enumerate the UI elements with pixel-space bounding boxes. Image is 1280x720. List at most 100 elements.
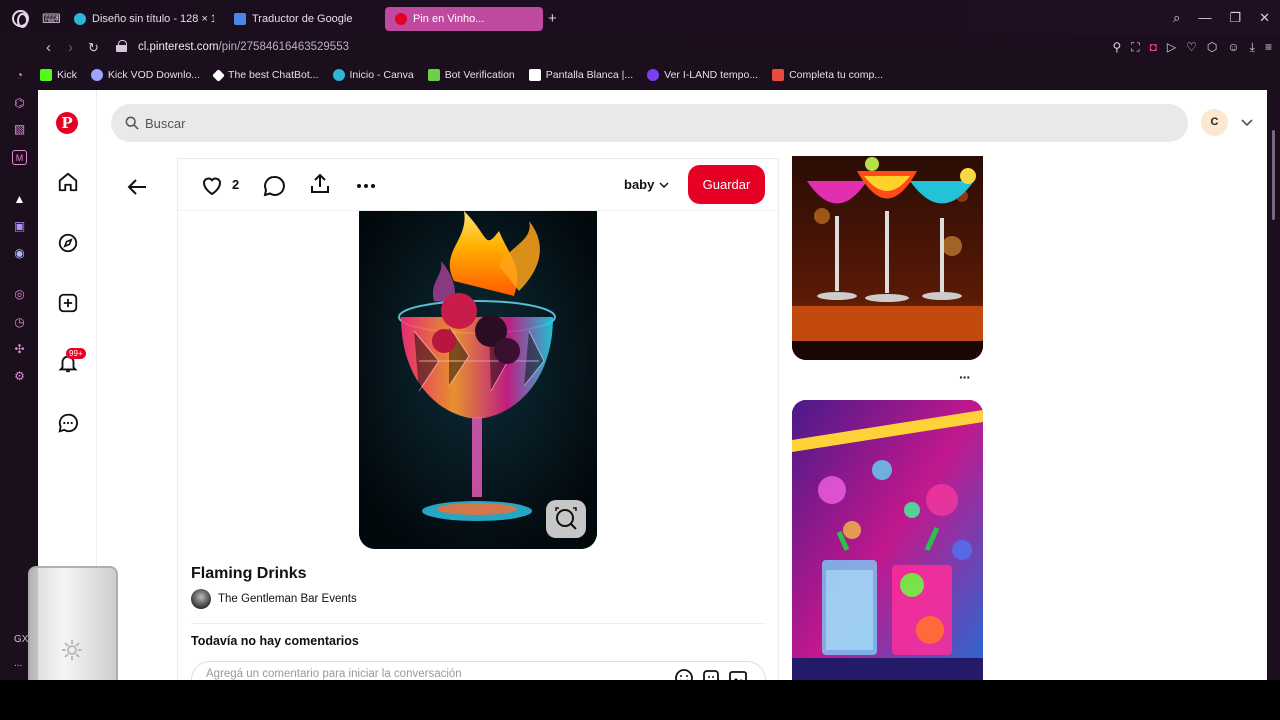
share-icon[interactable]: [308, 172, 332, 196]
gear-icon: [62, 640, 82, 660]
sidebar-more[interactable]: ...: [14, 658, 22, 669]
heart-app-icon: [772, 69, 785, 81]
related-pin-cocktails[interactable]: [792, 156, 983, 360]
settings-sidebar-icon[interactable]: ⚙: [12, 369, 27, 384]
forward-nav-icon[interactable]: ›: [68, 39, 73, 56]
window-controls: ⌕ — ❐ ✕: [1173, 10, 1270, 26]
music-icon[interactable]: ◎: [12, 287, 27, 302]
play-icon: [647, 69, 660, 81]
url-field[interactable]: cl.pinterest.com/pin/27584616463529553: [138, 41, 349, 53]
search-tabs-icon[interactable]: ⌕: [1173, 10, 1180, 26]
bookmark-pantalla-blanca[interactable]: Pantalla Blanca |...: [528, 69, 634, 81]
bookmark-kick[interactable]: Kick: [40, 69, 77, 81]
reload-icon[interactable]: ↻: [88, 40, 99, 56]
search-bar[interactable]: [111, 104, 1188, 142]
heart-icon[interactable]: [200, 174, 224, 198]
aria-icon[interactable]: ⌬: [12, 96, 27, 111]
kick-vod-icon: [90, 69, 103, 81]
download-icon[interactable]: ⤓: [1250, 40, 1255, 55]
history-icon[interactable]: ◷: [12, 315, 27, 330]
player-icon[interactable]: ▷: [1167, 40, 1176, 55]
creator-avatar[interactable]: [191, 589, 211, 609]
twitch-icon[interactable]: ▣: [12, 219, 27, 234]
letterbox-bar: [0, 680, 1280, 720]
bookmarks-bar: Kick Kick VOD Downlo... The best ChatBot…: [40, 64, 883, 86]
image-upload-icon[interactable]: [728, 668, 748, 680]
tab-bar: ⌨ Diseño sin título - 128 × 12 Traductor…: [0, 0, 1280, 36]
pocket-icon[interactable]: ◘: [1150, 40, 1157, 55]
bookmark-i-land[interactable]: Ver I-LAND tempo...: [647, 69, 758, 81]
pinterest-logo-icon[interactable]: P: [56, 112, 78, 134]
bookmark-label: Pantalla Blanca |...: [545, 69, 634, 81]
minimize-icon[interactable]: —: [1198, 10, 1211, 26]
discord-icon[interactable]: ◉: [12, 246, 27, 261]
notifications-badge: 99+: [66, 348, 86, 359]
chatbot-icon: [212, 68, 225, 82]
tab-title: Traductor de Google: [252, 13, 353, 25]
creator-name[interactable]: The Gentleman Bar Events: [218, 593, 357, 605]
address-bar: ‹ › ↻ cl.pinterest.com/pin/2758461646352…: [0, 36, 1280, 62]
save-button[interactable]: Guardar: [688, 165, 765, 204]
bookmark-label: Ver I-LAND tempo...: [664, 69, 759, 81]
page-scrollbar[interactable]: [1267, 90, 1280, 680]
extensions-sidebar-icon[interactable]: ✣: [12, 342, 27, 357]
related-pin-neon-bar[interactable]: [792, 400, 983, 680]
favorites-icon[interactable]: ♡: [1186, 40, 1197, 55]
speed-dial-icon[interactable]: ◔: [12, 68, 27, 83]
home-icon[interactable]: [57, 171, 79, 193]
maximize-icon[interactable]: ❐: [1229, 10, 1241, 26]
tracker-icon[interactable]: ▧: [12, 122, 27, 137]
extensions-icon[interactable]: ⬡: [1207, 40, 1217, 55]
snapshot-icon[interactable]: ⛶: [1131, 40, 1139, 55]
messenger-icon[interactable]: M: [12, 150, 27, 165]
messages-icon[interactable]: [57, 412, 79, 434]
back-nav-icon[interactable]: ‹: [46, 39, 51, 56]
bookmark-kick-vod[interactable]: Kick VOD Downlo...: [90, 69, 201, 81]
tab-pinterest[interactable]: Pin en Vinho...: [385, 7, 543, 31]
bookmark-label: Kick: [57, 69, 77, 81]
close-icon[interactable]: ✕: [1259, 10, 1270, 26]
related-pin-more-options[interactable]: ···: [959, 369, 971, 385]
emoji-icon[interactable]: [674, 668, 694, 680]
board-name: baby: [624, 177, 655, 192]
gx-control-icon[interactable]: ⌨: [42, 11, 61, 27]
url-path: /pin/27584616463529553: [218, 41, 349, 53]
pin-closeup: 2 baby Guardar Flaming Drinks The Gentle…: [177, 158, 779, 680]
bookmark-bot-verification[interactable]: Bot Verification: [427, 69, 515, 81]
lens-search-icon: [555, 507, 577, 530]
visual-search-button[interactable]: [546, 500, 586, 538]
explore-icon[interactable]: [57, 232, 79, 254]
bookmark-label: Kick VOD Downlo...: [107, 69, 201, 81]
bookmark-chatbot[interactable]: The best ChatBot...: [212, 68, 319, 82]
scrollbar-thumb[interactable]: [1272, 130, 1275, 220]
pin-title: Flaming Drinks: [191, 565, 307, 582]
comments-heading: Todavía no hay comentarios: [191, 634, 359, 648]
menu-icon[interactable]: ≡: [1265, 40, 1272, 55]
more-options-icon[interactable]: [354, 174, 378, 198]
tab-canva[interactable]: Diseño sin título - 128 × 12: [64, 7, 214, 31]
comment-input[interactable]: [206, 668, 606, 680]
comment-box[interactable]: [191, 661, 766, 680]
board-selector[interactable]: baby: [624, 177, 670, 192]
search-input[interactable]: [145, 104, 1045, 142]
avatar[interactable]: C: [1201, 109, 1228, 136]
gx-label: GX: [14, 634, 29, 645]
bookmark-canva[interactable]: Inicio - Canva: [332, 69, 414, 81]
profile-icon[interactable]: ☺: [1227, 40, 1239, 55]
google-translate-icon: [234, 13, 246, 25]
bookmark-completa[interactable]: Completa tu comp...: [772, 69, 883, 81]
comment-icon[interactable]: [262, 174, 286, 198]
pin-action-bar: 2 baby Guardar: [178, 159, 778, 211]
kick-sidebar-icon[interactable]: ▲: [12, 192, 27, 207]
address-bar-tools: ⚲ ⛶ ◘ ▷ ♡ ⬡ ☺ ⤓ ≡: [1112, 40, 1272, 55]
lock-icon: [116, 40, 127, 52]
pin-icon[interactable]: ⚲: [1112, 40, 1121, 55]
account-chevron-down-icon[interactable]: [1240, 115, 1254, 129]
tab-translate[interactable]: Traductor de Google: [224, 7, 374, 31]
create-icon[interactable]: [57, 292, 79, 314]
sticker-icon[interactable]: [701, 668, 721, 680]
opera-logo-icon[interactable]: [12, 10, 29, 28]
back-arrow-icon[interactable]: [126, 175, 150, 199]
pin-image[interactable]: [359, 211, 597, 549]
new-tab-button[interactable]: +: [548, 10, 557, 27]
